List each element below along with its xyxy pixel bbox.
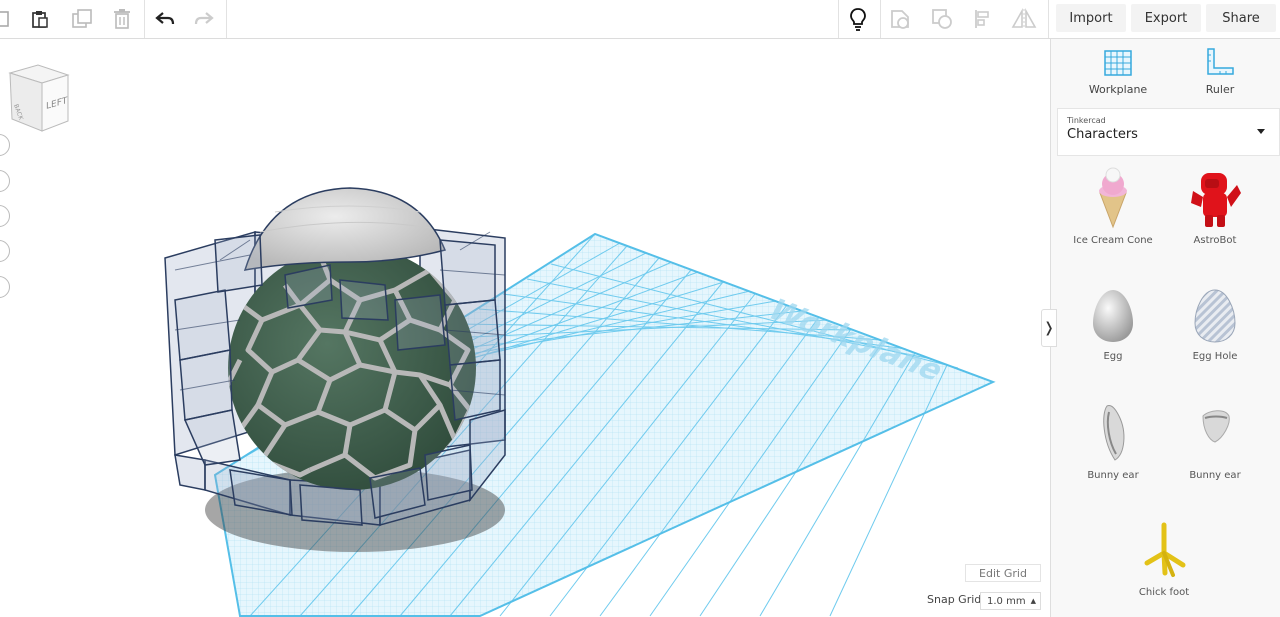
ungroup-button[interactable] <box>926 3 958 35</box>
undo-icon <box>155 12 175 25</box>
shapes-panel: Workplane Ruler Tinkercad Characters Ice… <box>1050 39 1280 617</box>
chevron-right-icon: ❭ <box>1043 320 1055 336</box>
delete-button[interactable] <box>106 3 138 35</box>
edit-grid-button[interactable]: Edit Grid <box>965 564 1041 582</box>
shape-chick-foot[interactable]: Chick foot <box>1114 519 1214 617</box>
shape-library-select[interactable]: Tinkercad Characters <box>1057 108 1280 156</box>
ungroup-icon <box>932 9 952 29</box>
workplane-tool[interactable]: Workplane <box>1073 47 1163 101</box>
redo-button[interactable] <box>188 3 220 35</box>
align-button[interactable] <box>968 3 1000 35</box>
share-button[interactable]: Share <box>1206 4 1276 32</box>
snap-grid-value: 1.0 mm <box>987 595 1026 607</box>
astrobot-icon <box>1191 173 1241 227</box>
shape-label: Ice Cream Cone <box>1073 235 1153 246</box>
3d-viewport[interactable]: Workplane BACK LEFT Edit Grid Snap Grid … <box>0 39 1050 617</box>
shape-label: Egg <box>1103 351 1123 362</box>
library-provider: Tinkercad <box>1067 116 1106 125</box>
align-icon <box>975 10 989 28</box>
snap-grid-label: Snap Grid <box>927 593 982 606</box>
view-cube[interactable]: BACK LEFT <box>2 63 72 135</box>
shape-egg-hole[interactable]: Egg Hole <box>1165 287 1265 397</box>
mirror-button[interactable] <box>1008 3 1040 35</box>
shape-astrobot[interactable]: AstroBot <box>1165 167 1265 277</box>
egg-hole-icon <box>1194 289 1236 343</box>
redo-icon <box>194 12 214 25</box>
bunny-ear-icon <box>1103 405 1125 461</box>
shape-egg[interactable]: Egg <box>1063 287 1163 397</box>
egg-icon <box>1093 290 1133 342</box>
shape-ice-cream-cone[interactable]: Ice Cream Cone <box>1063 167 1163 277</box>
bunny-ear-icon <box>1202 410 1230 443</box>
undo-button[interactable] <box>149 3 181 35</box>
shape-label: Bunny ear <box>1189 470 1241 481</box>
ruler-tool[interactable]: Ruler <box>1175 47 1265 101</box>
mirror-icon <box>1011 8 1037 29</box>
trash-icon <box>114 9 130 29</box>
workplane-icon <box>1104 50 1132 76</box>
chick-foot-icon <box>1144 522 1186 577</box>
group-button[interactable] <box>884 3 916 35</box>
lightbulb-icon <box>850 8 866 31</box>
caret-down-icon <box>1257 129 1265 134</box>
snap-grid-select[interactable]: 1.0 mm ▲ <box>980 592 1041 610</box>
shape-bunny-ear[interactable]: Bunny ear <box>1063 402 1163 512</box>
library-name: Characters <box>1067 127 1138 142</box>
ruler-tool-label: Ruler <box>1205 83 1235 96</box>
duplicate-button[interactable] <box>66 3 98 35</box>
ruler-icon <box>1207 48 1234 75</box>
scene-canvas: Workplane <box>164 187 996 617</box>
panel-collapse-button[interactable]: ❭ <box>1041 309 1057 347</box>
shape-label: Chick foot <box>1138 587 1190 598</box>
notes-button[interactable] <box>842 3 874 35</box>
paste-icon <box>32 11 48 28</box>
main-toolbar: Import Export Share <box>0 0 1280 39</box>
copy-icon <box>0 11 9 27</box>
ice-cream-cone-icon <box>1099 167 1127 229</box>
duplicate-icon <box>72 9 92 28</box>
caret-up-icon: ▲ <box>1030 597 1036 605</box>
export-button[interactable]: Export <box>1131 4 1201 32</box>
copy-button[interactable] <box>0 3 18 35</box>
paste-button[interactable] <box>24 3 56 35</box>
workplane-tool-label: Workplane <box>1088 83 1148 96</box>
shape-label: Egg Hole <box>1192 351 1238 362</box>
shape-bunny-ear-2[interactable]: Bunny ear <box>1165 402 1265 512</box>
group-icon <box>891 10 909 29</box>
shape-label: AstroBot <box>1193 235 1237 246</box>
import-button[interactable]: Import <box>1056 4 1126 32</box>
shape-label: Bunny ear <box>1087 470 1139 481</box>
